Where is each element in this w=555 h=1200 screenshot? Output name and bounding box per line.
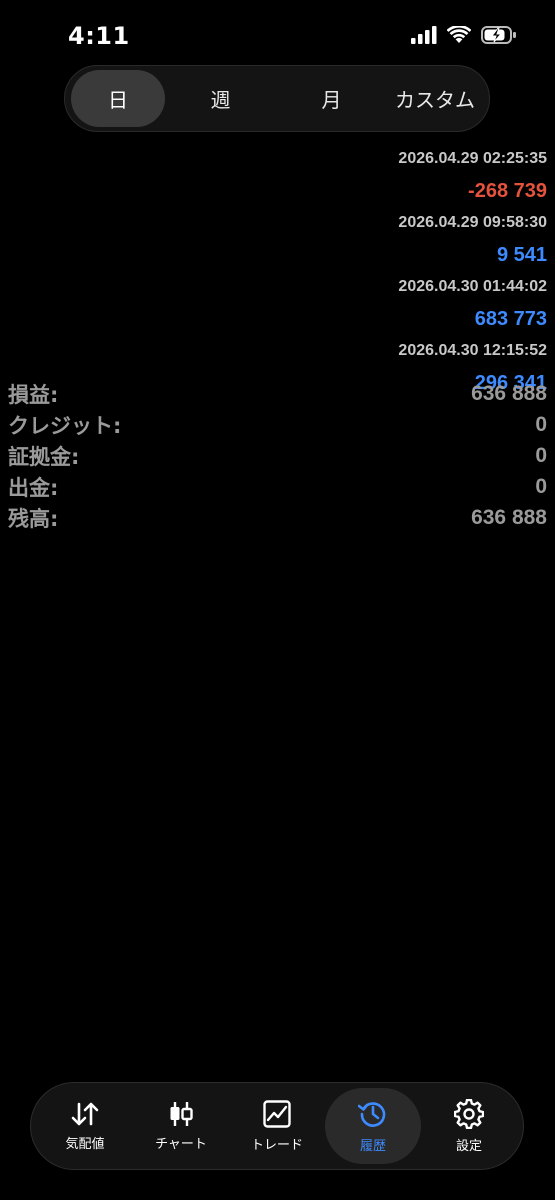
bottom-tab-bar: 気配値 チャート トレード 履歴 設定 bbox=[30, 1082, 524, 1170]
summary-row-profit: 損益: 636 888 bbox=[8, 378, 547, 409]
account-summary: 損益: 636 888 クレジット: 0 証拠金: 0 出金: 0 残高: 63… bbox=[8, 378, 547, 533]
trade-chart-icon bbox=[263, 1099, 291, 1128]
tab-label: 履歴 bbox=[359, 1138, 386, 1154]
battery-charging-icon bbox=[481, 26, 516, 44]
wifi-icon bbox=[447, 26, 471, 43]
deal-item[interactable]: 2026.04.29 02:25:35 -268 739 bbox=[147, 146, 547, 210]
tab-label: チャート bbox=[155, 1136, 207, 1152]
period-selector: 日 週 月 カスタム bbox=[64, 65, 490, 132]
summary-row-balance: 残高: 636 888 bbox=[8, 502, 547, 533]
history-clock-icon bbox=[358, 1101, 386, 1127]
deal-item[interactable]: 2026.04.29 09:58:30 9 541 bbox=[147, 210, 547, 274]
summary-value: 636 888 bbox=[471, 381, 547, 405]
summary-label: 出金: bbox=[8, 475, 59, 500]
gear-icon bbox=[454, 1098, 484, 1129]
deal-time: 2026.04.29 02:25:35 bbox=[398, 150, 547, 167]
period-tab-week[interactable]: 週 bbox=[165, 70, 276, 127]
summary-value: 0 bbox=[535, 412, 547, 436]
tab-label: トレード bbox=[250, 1137, 303, 1153]
summary-value: 0 bbox=[535, 443, 547, 467]
tab-label: 設定 bbox=[455, 1138, 482, 1154]
summary-row-credit: クレジット: 0 bbox=[8, 409, 547, 440]
deal-profit: -268 739 bbox=[468, 180, 547, 202]
tab-history[interactable]: 履歴 bbox=[325, 1088, 421, 1164]
period-tab-month[interactable]: 月 bbox=[276, 70, 387, 127]
summary-row-deposit: 証拠金: 0 bbox=[8, 440, 547, 471]
summary-label: 損益: bbox=[8, 382, 59, 407]
deal-time: 2026.04.29 09:58:30 bbox=[398, 214, 547, 231]
tab-trade[interactable]: トレード bbox=[229, 1088, 325, 1164]
summary-row-withdrawal: 出金: 0 bbox=[8, 471, 547, 502]
deal-time: 2026.04.30 12:15:52 bbox=[398, 342, 547, 359]
summary-label: 証拠金: bbox=[8, 444, 80, 469]
tab-settings[interactable]: 設定 bbox=[421, 1088, 517, 1164]
app-screen: 4:11 日 週 月 カスタム 2026.04.29 02:25:35 -268… bbox=[0, 0, 555, 1200]
period-tab-custom[interactable]: カスタム bbox=[387, 70, 483, 127]
summary-label: 残高: bbox=[8, 506, 59, 531]
tab-label: 気配値 bbox=[65, 1136, 105, 1152]
summary-value: 0 bbox=[535, 474, 547, 498]
period-tab-day[interactable]: 日 bbox=[71, 70, 165, 127]
summary-label: クレジット: bbox=[8, 413, 122, 438]
candlestick-chart-icon bbox=[170, 1101, 193, 1126]
deal-profit: 683 773 bbox=[474, 308, 547, 330]
summary-value: 636 888 bbox=[471, 505, 547, 529]
status-icons bbox=[411, 26, 517, 44]
deal-profit: 9 541 bbox=[496, 244, 547, 266]
tab-chart[interactable]: チャート bbox=[133, 1088, 229, 1164]
deal-list: 2026.04.29 02:25:35 -268 739 2026.04.29 … bbox=[147, 146, 547, 402]
deal-time: 2026.04.30 01:44:02 bbox=[398, 278, 547, 295]
status-bar: 4:11 bbox=[0, 0, 555, 70]
tab-quotes[interactable]: 気配値 bbox=[37, 1088, 133, 1164]
quotes-arrows-icon bbox=[71, 1102, 99, 1125]
deal-item[interactable]: 2026.04.30 01:44:02 683 773 bbox=[147, 274, 547, 338]
status-time: 4:11 bbox=[68, 22, 130, 50]
cellular-signal-icon bbox=[411, 26, 437, 44]
